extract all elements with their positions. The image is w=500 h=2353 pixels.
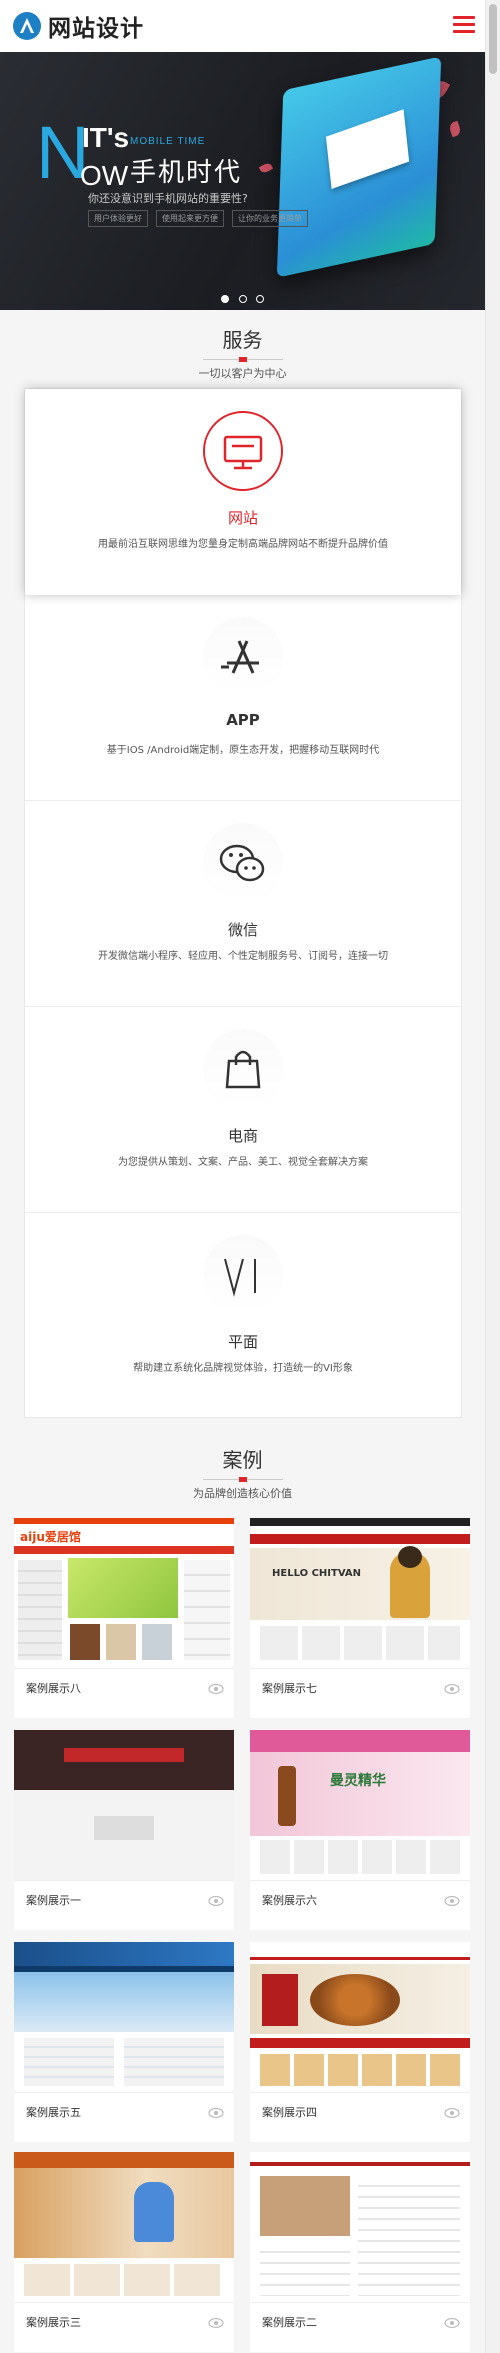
- banner-tag: 用户体验更好: [88, 210, 148, 227]
- case-card[interactable]: aiju爱居馆 案例展示八: [14, 1518, 234, 1718]
- banner-question: 你还没意识到手机网站的重要性?: [88, 192, 248, 205]
- scrollbar[interactable]: [485, 0, 500, 2353]
- case-caption: 案例展示一: [26, 1894, 81, 1907]
- banner-headline: 手机时代: [130, 158, 243, 188]
- cases-title: 案例: [222, 1448, 263, 1472]
- case-caption: 案例展示三: [26, 2316, 81, 2329]
- case-caption: 案例展示六: [262, 1894, 317, 1907]
- banner-tag: 使用起来更方便: [156, 210, 224, 227]
- hamburger-menu-icon[interactable]: [453, 16, 475, 34]
- slider-dot-3[interactable]: [255, 295, 264, 303]
- services-title: 服务: [222, 328, 263, 352]
- monitor-icon: [203, 411, 283, 491]
- wechat-icon: [203, 823, 283, 903]
- case-card[interactable]: HELLO CHITVAN 案例展示七: [250, 1518, 470, 1718]
- slider-dot-2[interactable]: [238, 295, 247, 303]
- case-card[interactable]: 案例展示一: [14, 1730, 234, 1930]
- service-name: 网站: [227, 509, 258, 527]
- service-desc: 帮助建立系统化品牌视觉体验，打造统一的VI形象: [133, 1363, 353, 1374]
- service-item-graphic[interactable]: 平面 帮助建立系统化品牌视觉体验，打造统一的VI形象: [25, 1213, 461, 1419]
- logo-text[interactable]: 网站设计: [48, 9, 144, 43]
- case-caption: 案例展示二: [262, 2316, 317, 2329]
- case-thumbnail: [14, 2152, 234, 2302]
- case-card[interactable]: 案例展示三: [14, 2152, 234, 2352]
- case-caption: 案例展示七: [262, 1682, 317, 1695]
- eye-icon[interactable]: [444, 1892, 460, 1907]
- cases-subtitle: 为品牌创造核心价值: [193, 1487, 292, 1500]
- services-heading: 服务 一切以客户为中心: [0, 324, 485, 381]
- phone-illustration: [276, 56, 442, 278]
- service-name: APP: [226, 711, 260, 729]
- banner-its: IT's: [82, 122, 130, 153]
- case-thumbnail: [14, 1730, 234, 1880]
- case-card[interactable]: 案例展示五: [14, 1942, 234, 2142]
- petal-decoration: [447, 120, 463, 138]
- banner-tag: 让你的业务更简单: [232, 210, 308, 227]
- slider-dots: [0, 288, 485, 307]
- service-desc: 基于IOS /Android端定制，原生态开发，把握移动互联网时代: [106, 745, 380, 756]
- scrollbar-thumb[interactable]: [489, 4, 497, 74]
- case-card[interactable]: 案例展示四: [250, 1942, 470, 2142]
- eye-icon[interactable]: [208, 2314, 224, 2329]
- petal-decoration: [258, 161, 274, 175]
- service-desc: 开发微信端小程序、轻应用、个性定制服务号、订阅号，连接一切: [98, 951, 388, 962]
- case-card[interactable]: 案例展示二: [250, 2152, 470, 2352]
- case-thumbnail: [14, 1942, 234, 2092]
- case-thumbnail: [250, 2152, 470, 2302]
- case-thumbnail: HELLO CHITVAN: [250, 1518, 470, 1668]
- eye-icon[interactable]: [208, 1680, 224, 1695]
- services-subtitle: 一切以客户为中心: [198, 367, 287, 380]
- eye-icon[interactable]: [444, 2104, 460, 2119]
- case-brand: aiju爱居馆: [20, 1530, 81, 1544]
- case-thumbnail: [250, 1942, 470, 2092]
- banner-tags: 用户体验更好 使用起来更方便 让你的业务更简单: [88, 210, 308, 227]
- service-item-wechat[interactable]: 微信 开发微信端小程序、轻应用、个性定制服务号、订阅号，连接一切: [25, 801, 461, 1007]
- case-caption: 案例展示四: [262, 2106, 317, 2119]
- app-store-icon: [203, 617, 283, 697]
- services-list: 网站 用最前沿互联网思维为您量身定制高端品牌网站不断提升品牌价值 APP 基于I…: [24, 388, 462, 1418]
- case-brand: 曼灵精华: [330, 1773, 386, 1789]
- service-item-website[interactable]: 网站 用最前沿互联网思维为您量身定制高端品牌网站不断提升品牌价值: [25, 389, 461, 595]
- service-name: 电商: [227, 1127, 258, 1145]
- banner-mobile-time: MOBILE TIME: [130, 136, 206, 147]
- service-item-app[interactable]: APP 基于IOS /Android端定制，原生态开发，把握移动互联网时代: [25, 595, 461, 801]
- case-card[interactable]: 曼灵精华 案例展示六: [250, 1730, 470, 1930]
- banner-ow: OW: [80, 160, 129, 191]
- shopping-bag-icon: [203, 1029, 283, 1109]
- case-thumbnail: 曼灵精华: [250, 1730, 470, 1880]
- service-name: 平面: [227, 1333, 258, 1351]
- case-brand: HELLO CHITVAN: [272, 1568, 361, 1579]
- hero-banner[interactable]: N IT's MOBILE TIME OW 手机时代 你还没意识到手机网站的重要…: [0, 52, 485, 310]
- eye-icon[interactable]: [444, 2314, 460, 2329]
- eye-icon[interactable]: [444, 1680, 460, 1695]
- service-desc: 用最前沿互联网思维为您量身定制高端品牌网站不断提升品牌价值: [98, 539, 388, 550]
- service-desc: 为您提供从策划、文案、产品、美工、视觉全套解决方案: [118, 1157, 368, 1168]
- eye-icon[interactable]: [208, 1892, 224, 1907]
- service-item-ecommerce[interactable]: 电商 为您提供从策划、文案、产品、美工、视觉全套解决方案: [25, 1007, 461, 1213]
- eye-icon[interactable]: [208, 2104, 224, 2119]
- triangle-logo-icon[interactable]: [12, 11, 42, 41]
- case-thumbnail: aiju爱居馆: [14, 1518, 234, 1668]
- case-caption: 案例展示五: [26, 2106, 81, 2119]
- vi-icon: [203, 1235, 283, 1315]
- service-name: 微信: [227, 921, 258, 939]
- site-header: 网站设计: [0, 0, 485, 52]
- case-caption: 案例展示八: [26, 1682, 81, 1695]
- cases-heading: 案例 为品牌创造核心价值: [0, 1444, 485, 1501]
- slider-dot-1[interactable]: [221, 295, 230, 303]
